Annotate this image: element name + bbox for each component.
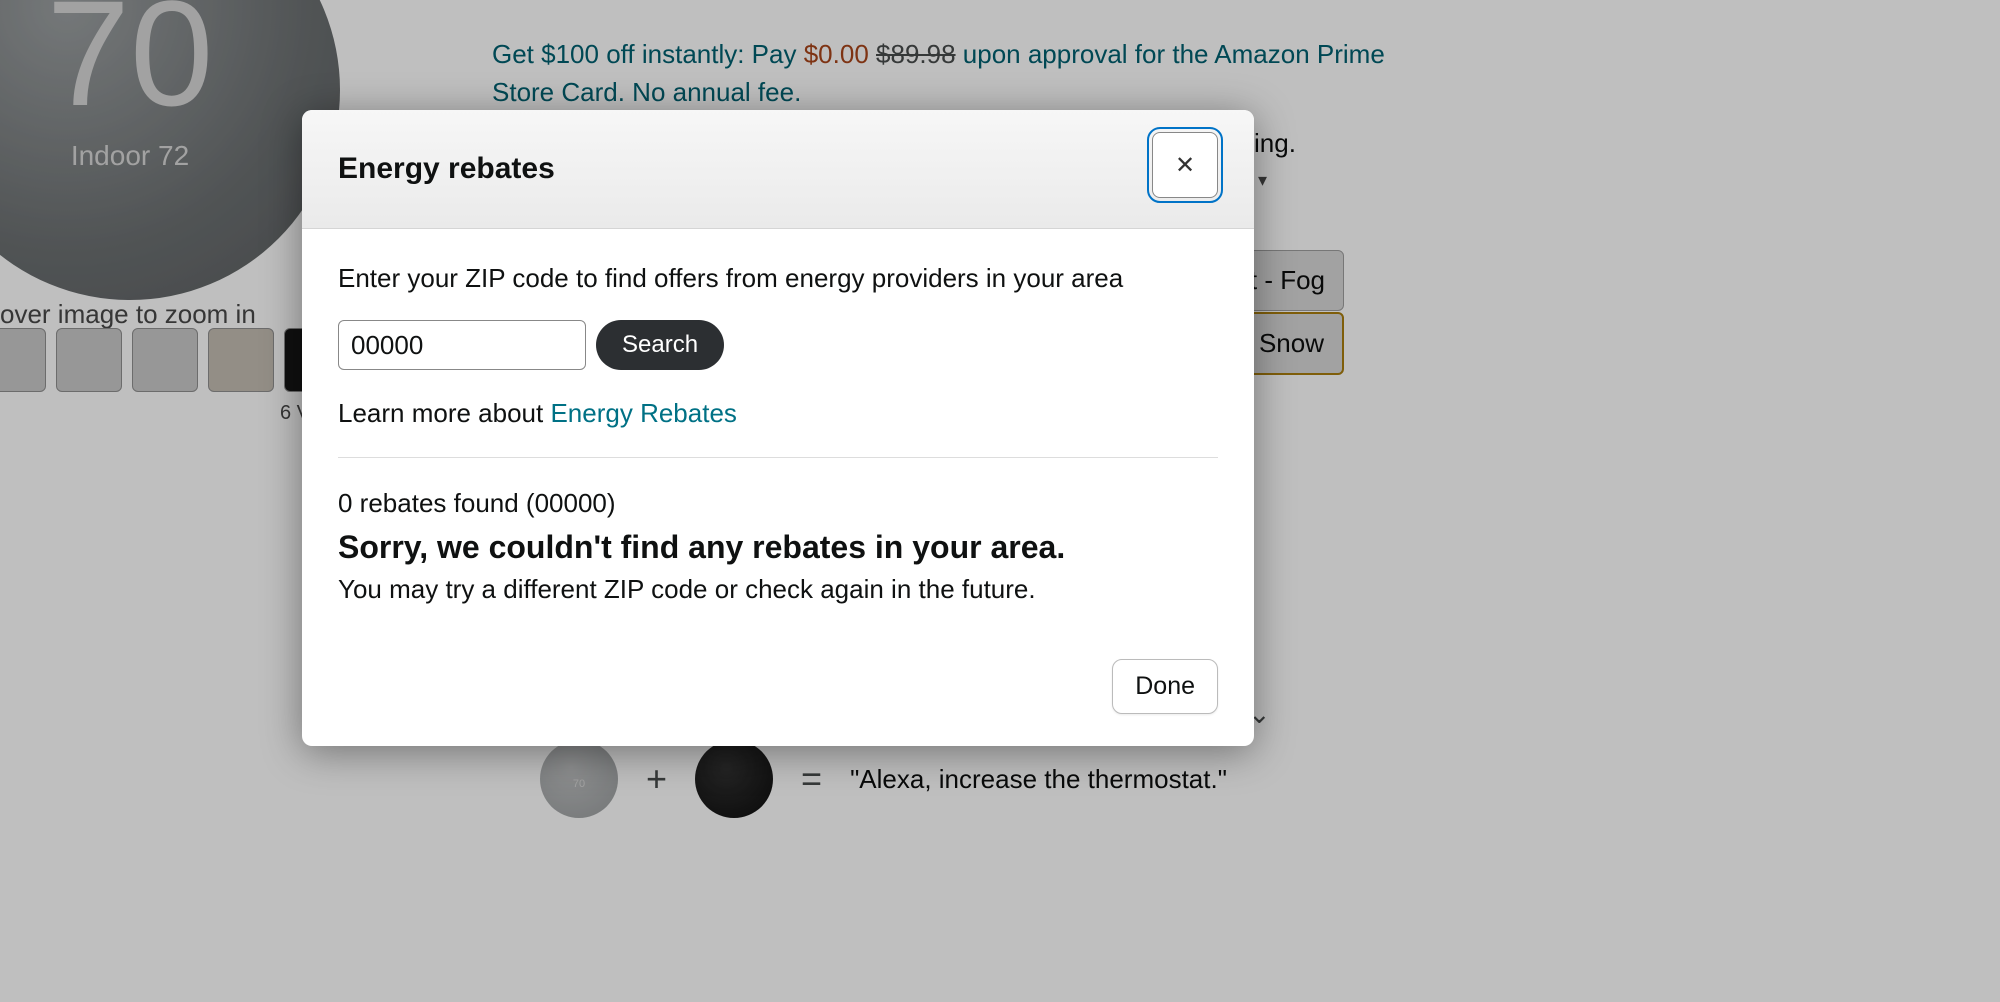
rebates-count: 0 rebates found (00000) — [338, 488, 1218, 519]
no-rebates-hint: You may try a different ZIP code or chec… — [338, 574, 1218, 605]
learn-more: Learn more about Energy Rebates — [338, 398, 1218, 429]
close-icon: ✕ — [1175, 151, 1195, 180]
no-rebates-heading: Sorry, we couldn't find any rebates in y… — [338, 529, 1218, 566]
done-button[interactable]: Done — [1112, 659, 1218, 714]
search-button[interactable]: Search — [596, 320, 724, 370]
energy-rebates-link[interactable]: Energy Rebates — [550, 398, 736, 428]
learn-prefix: Learn more about — [338, 398, 550, 428]
divider — [338, 457, 1218, 458]
zip-input[interactable] — [338, 320, 586, 370]
zip-prompt: Enter your ZIP code to find offers from … — [338, 263, 1218, 294]
close-button[interactable]: ✕ — [1152, 132, 1218, 198]
modal-header: Energy rebates ✕ — [302, 110, 1254, 229]
modal-body: Enter your ZIP code to find offers from … — [302, 229, 1254, 659]
energy-rebates-modal: Energy rebates ✕ Enter your ZIP code to … — [302, 110, 1254, 746]
modal-footer: Done — [302, 659, 1254, 746]
zip-search-row: Search — [338, 320, 1218, 370]
modal-title: Energy rebates — [338, 152, 555, 186]
